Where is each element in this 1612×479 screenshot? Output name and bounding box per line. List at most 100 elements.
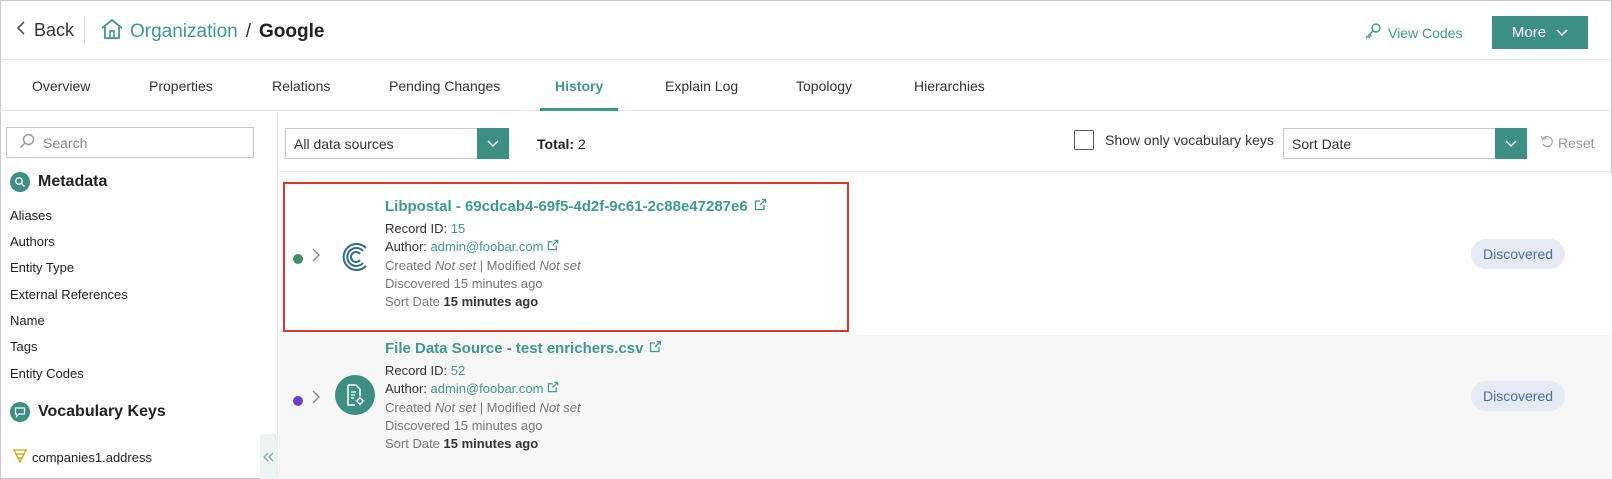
file-settings-icon	[335, 375, 375, 415]
back-button[interactable]: Back	[16, 20, 74, 41]
metadata-item-name[interactable]: Name	[10, 313, 45, 328]
metadata-item-aliases[interactable]: Aliases	[10, 208, 52, 223]
total-value: 2	[577, 136, 586, 152]
sort-select[interactable]: Sort Date	[1283, 128, 1527, 159]
tab-explain-log[interactable]: Explain Log	[665, 78, 738, 94]
metadata-search-icon	[10, 172, 30, 192]
record-id-label: Record ID:	[385, 363, 448, 378]
discovered-line: Discovered 15 minutes ago	[385, 418, 543, 433]
vocab-item-label: companies1.address	[32, 450, 152, 465]
created-value: Not set	[434, 400, 477, 415]
tab-topology[interactable]: Topology	[796, 78, 852, 94]
sort-date-value: 15 minutes ago	[443, 436, 539, 451]
view-codes-button[interactable]: View Codes	[1364, 22, 1462, 43]
metadata-item-entity-codes[interactable]: Entity Codes	[10, 366, 84, 381]
external-link-icon	[754, 198, 767, 215]
tab-history[interactable]: History	[555, 78, 603, 94]
view-codes-label: View Codes	[1388, 24, 1463, 41]
history-record: Libpostal - 69cdcab4-69f5-4d2f-9c61-2c88…	[279, 173, 1612, 335]
author-link[interactable]: admin@foobar.com	[431, 381, 544, 396]
metadata-item-authors[interactable]: Authors	[10, 234, 55, 249]
created-label: Created	[385, 400, 432, 415]
record-title: Libpostal - 69cdcab4-69f5-4d2f-9c61-2c88…	[385, 198, 748, 215]
author-link[interactable]: admin@foobar.com	[431, 239, 544, 254]
record-id-value[interactable]: 15	[451, 221, 465, 236]
record-title: File Data Source - test enrichers.csv	[385, 340, 644, 357]
record-title-link[interactable]: File Data Source - test enrichers.csv	[385, 340, 662, 357]
record-id-label: Record ID:	[385, 221, 448, 236]
home-icon	[100, 18, 124, 46]
metadata-title: Metadata	[38, 173, 108, 190]
search-icon	[19, 133, 35, 152]
double-chevron-left-icon	[263, 449, 275, 465]
record-id-line: Record ID: 52	[385, 363, 465, 378]
libpostal-logo-icon	[335, 237, 375, 277]
metadata-item-external-references[interactable]: External References	[10, 287, 128, 302]
author-line: Author: admin@foobar.com	[385, 239, 559, 254]
external-link-icon[interactable]	[547, 381, 559, 396]
sort-date-value: 15 minutes ago	[443, 294, 539, 309]
collapse-sidebar-button[interactable]	[260, 434, 278, 479]
page-header: Back Organization / Google View Codes Mo…	[0, 0, 1612, 60]
active-tab-indicator	[540, 108, 618, 111]
discovered-line: Discovered 15 minutes ago	[385, 276, 543, 291]
expand-chevron-icon[interactable]	[311, 389, 321, 410]
history-toolbar: All data sources Total: 2 Show only voca…	[279, 112, 1612, 172]
vocabulary-title: Vocabulary Keys	[38, 403, 166, 420]
vocabulary-keys-checkbox[interactable]	[1074, 130, 1094, 150]
modified-label: | Modified	[479, 400, 536, 415]
tab-hierarchies[interactable]: Hierarchies	[914, 78, 985, 94]
sort-date-line: Sort Date 15 minutes ago	[385, 436, 538, 451]
chevron-down-icon	[477, 128, 509, 159]
status-badge: Discovered	[1471, 239, 1565, 269]
record-id-value[interactable]: 52	[451, 363, 465, 378]
chat-bubble-icon	[10, 402, 30, 422]
sort-date-label: Sort Date	[385, 436, 440, 451]
vocab-item-companies1-address[interactable]: companies1.address	[12, 448, 152, 467]
total-count: Total: 2	[537, 136, 586, 152]
author-label: Author:	[385, 239, 427, 254]
author-label: Author:	[385, 381, 427, 396]
back-label: Back	[34, 20, 75, 40]
record-title-link[interactable]: Libpostal - 69cdcab4-69f5-4d2f-9c61-2c88…	[385, 198, 767, 215]
metadata-item-tags[interactable]: Tags	[10, 339, 37, 354]
filter-sidebar: Metadata Aliases Authors Entity Type Ext…	[0, 112, 278, 479]
modified-value: Not set	[539, 258, 581, 273]
more-label: More	[1511, 24, 1547, 41]
modified-value: Not set	[539, 400, 581, 415]
chevron-down-icon	[1495, 128, 1527, 159]
chevron-left-icon	[16, 21, 26, 40]
chevron-down-icon	[1556, 24, 1568, 41]
expand-chevron-icon[interactable]	[311, 247, 321, 268]
breadcrumb-organization-link[interactable]: Organization	[130, 21, 238, 43]
vocabulary-key-icon	[12, 448, 28, 467]
more-button[interactable]: More	[1492, 16, 1588, 49]
created-modified-line: Created Not set | Modified Not set	[385, 258, 581, 273]
tab-pending-changes[interactable]: Pending Changes	[389, 78, 500, 94]
reset-button[interactable]: Reset	[1540, 134, 1595, 151]
vocabulary-keys-label: Show only vocabulary keys	[1105, 132, 1274, 148]
vocabulary-section-header: Vocabulary Keys	[10, 402, 166, 422]
header-divider	[84, 16, 85, 44]
page-title: Google	[259, 21, 325, 42]
data-source-select[interactable]: All data sources	[285, 128, 509, 159]
tab-properties[interactable]: Properties	[149, 78, 213, 94]
external-link-icon	[649, 340, 662, 357]
created-value: Not set	[434, 258, 477, 273]
breadcrumb-separator: /	[245, 21, 252, 42]
metadata-item-entity-type[interactable]: Entity Type	[10, 260, 74, 275]
tab-relations[interactable]: Relations	[272, 78, 330, 94]
external-link-icon[interactable]	[547, 239, 559, 254]
created-label: Created	[385, 258, 432, 273]
search-input[interactable]	[43, 134, 243, 151]
key-icon	[1364, 22, 1382, 43]
modified-label: | Modified	[479, 258, 536, 273]
data-source-value: All data sources	[294, 135, 394, 152]
record-id-line: Record ID: 15	[385, 221, 465, 236]
total-label: Total:	[537, 136, 575, 152]
metadata-section-header: Metadata	[10, 172, 107, 192]
undo-icon	[1540, 134, 1554, 151]
history-record: File Data Source - test enrichers.csv Re…	[279, 335, 1612, 479]
search-box	[6, 127, 254, 158]
tab-overview[interactable]: Overview	[32, 78, 90, 94]
